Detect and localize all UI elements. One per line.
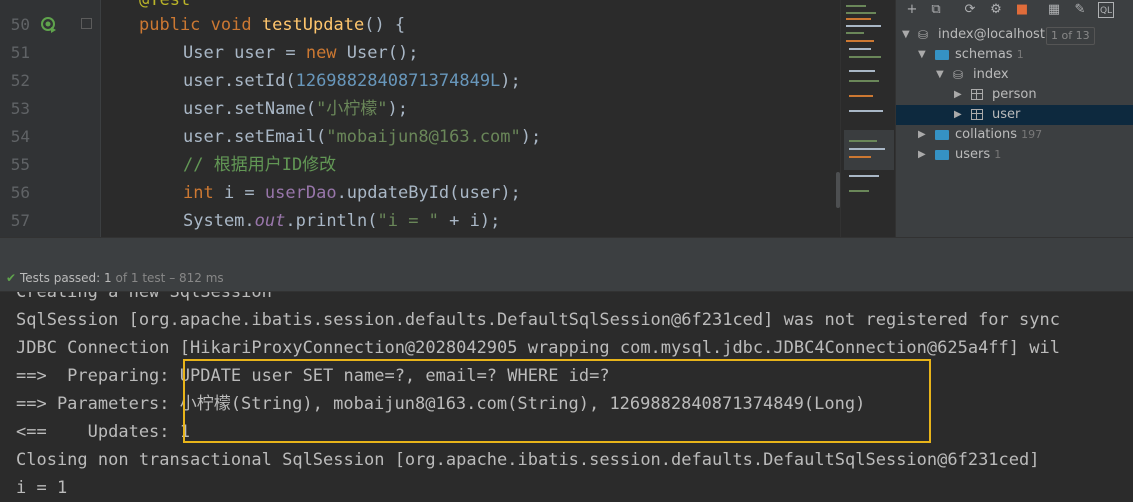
- properties-icon[interactable]: ⚙: [988, 2, 1004, 18]
- code-token: );: [520, 127, 542, 147]
- console-line: SqlSession [org.apache.ibatis.session.de…: [16, 310, 1060, 330]
- chevron-right-icon[interactable]: ▶: [954, 105, 964, 125]
- test-status-bar: ✔ Tests passed: 1 of 1 test – 812 ms: [0, 265, 1133, 292]
- folder-icon: [935, 50, 949, 60]
- code-token: userDao: [264, 183, 337, 203]
- chevron-down-icon[interactable]: ▼: [936, 65, 946, 85]
- code-token: // 根据用户ID修改: [183, 155, 337, 175]
- code-line: User user = new User();: [183, 39, 418, 67]
- line-number: 57: [10, 211, 30, 230]
- tree-item-index[interactable]: ▼ ⛁ index: [896, 65, 1133, 85]
- tree-item-label: user: [992, 107, 1021, 122]
- tree-item-label: index@localhost: [938, 27, 1045, 42]
- code-token: testUpdate: [261, 15, 365, 35]
- chevron-right-icon[interactable]: ▶: [918, 125, 928, 145]
- code-token: () {: [364, 15, 406, 35]
- database-icon: ⛁: [918, 28, 929, 42]
- highlight-box: [183, 359, 931, 443]
- code-line: user.setName("小柠檬");: [183, 95, 408, 123]
- chevron-right-icon[interactable]: ▶: [918, 145, 928, 165]
- code-token: User user =: [183, 43, 306, 63]
- line-number: 51: [10, 43, 30, 62]
- refresh-icon[interactable]: ⟳: [962, 2, 978, 18]
- console-line: i = 1: [16, 478, 68, 498]
- code-token: "i = ": [377, 211, 439, 231]
- tree-item-collations[interactable]: ▶ collations 197: [896, 125, 1133, 145]
- panel-splitter[interactable]: [0, 237, 1133, 266]
- line-number: 52: [10, 71, 30, 90]
- database-toolbar: + ⧉ ⟳ ⚙ ■ ▦ ✎ QL: [896, 0, 1133, 22]
- code-token: user.setId(: [183, 71, 296, 91]
- code-line: System.out.println("i = " + i);: [183, 207, 500, 235]
- edit-icon[interactable]: ✎: [1072, 2, 1088, 18]
- console-line: Closing non transactional SqlSession [or…: [16, 450, 1040, 470]
- code-token: + i);: [438, 211, 501, 231]
- code-token: .updateById(user);: [336, 183, 521, 203]
- console-line: JDBC Connection [HikariProxyConnection@2…: [16, 338, 1060, 358]
- code-token: "小柠檬": [316, 99, 388, 119]
- tree-item-users[interactable]: ▶ users 1: [896, 145, 1133, 165]
- code-minimap[interactable]: [840, 0, 896, 237]
- code-token: user.setEmail(: [183, 127, 327, 147]
- folder-icon: [935, 130, 949, 140]
- code-token: );: [500, 71, 521, 91]
- code-token: user.setName(: [183, 99, 317, 119]
- code-editor[interactable]: @Test 50 public void testUpdate() {51 User…: [0, 0, 840, 237]
- table-view-icon[interactable]: ▦: [1046, 2, 1062, 18]
- code-token: out: [254, 211, 286, 231]
- chevron-down-icon[interactable]: ▼: [918, 45, 928, 65]
- copy-icon[interactable]: ⧉: [928, 2, 944, 18]
- code-token: void: [210, 15, 262, 35]
- stop-icon[interactable]: ■: [1014, 2, 1030, 18]
- console-line: Creating a new SqlSession: [16, 292, 272, 302]
- tree-item-root[interactable]: ▼ ⛁ index@localhost 1 of 13: [896, 25, 1133, 45]
- line-number: 53: [10, 99, 30, 118]
- check-icon: ✔: [6, 271, 17, 285]
- tree-item-label: schemas 1: [955, 47, 1024, 62]
- table-icon: [971, 89, 983, 100]
- tree-item-schemas[interactable]: ▼ schemas 1: [896, 45, 1133, 65]
- code-line: user.setId(1269882840871374849L);: [183, 67, 521, 95]
- code-token: 1269882840871374849L: [295, 71, 501, 91]
- code-token: System.: [183, 211, 255, 231]
- line-number: 54: [10, 127, 30, 146]
- table-icon: [971, 109, 983, 120]
- tree-item-label: users 1: [955, 147, 1002, 162]
- code-token: int: [183, 183, 224, 203]
- add-icon[interactable]: +: [904, 2, 920, 18]
- code-line: // 根据用户ID修改: [183, 151, 336, 179]
- code-token: .println(: [285, 211, 378, 231]
- code-token: public: [139, 15, 211, 35]
- schema-icon: ⛁: [953, 68, 964, 82]
- code-token: );: [387, 99, 409, 119]
- folder-icon: [935, 150, 949, 160]
- page-badge[interactable]: 1 of 13: [1046, 27, 1095, 45]
- minimap-content: [844, 5, 894, 192]
- chevron-right-icon[interactable]: ▶: [954, 85, 964, 105]
- line-number: 50: [10, 15, 30, 34]
- tree-item-person[interactable]: ▶ person: [896, 85, 1133, 105]
- sql-console-icon[interactable]: QL: [1098, 2, 1114, 18]
- tree-item-user[interactable]: ▶ user: [896, 105, 1133, 125]
- code-token: i =: [223, 183, 265, 203]
- tree-item-label: collations 197: [955, 127, 1043, 142]
- code-line: int i = userDao.updateById(user);: [183, 179, 521, 207]
- database-panel: + ⧉ ⟳ ⚙ ■ ▦ ✎ QL ▼ ⛁ index@localhost 1 o…: [895, 0, 1133, 237]
- test-status-text: Tests passed: 1 of 1 test – 812 ms: [20, 271, 224, 285]
- line-number: 56: [10, 183, 30, 202]
- code-line: public void testUpdate() {: [139, 11, 405, 39]
- code-token: "mobaijun8@163.com": [326, 127, 521, 147]
- run-test-icon[interactable]: [40, 16, 58, 34]
- chevron-down-icon[interactable]: ▼: [902, 25, 912, 45]
- code-token: User();: [346, 43, 419, 63]
- line-number: 55: [10, 155, 30, 174]
- code-token: new: [305, 43, 347, 63]
- tree-item-label: index: [973, 67, 1009, 82]
- fold-icon[interactable]: [81, 18, 92, 29]
- tree-item-label: person: [992, 87, 1037, 102]
- gutter-separator: [100, 0, 101, 237]
- code-line: user.setEmail("mobaijun8@163.com");: [183, 123, 541, 151]
- console-line: <== Updates: 1: [16, 422, 190, 442]
